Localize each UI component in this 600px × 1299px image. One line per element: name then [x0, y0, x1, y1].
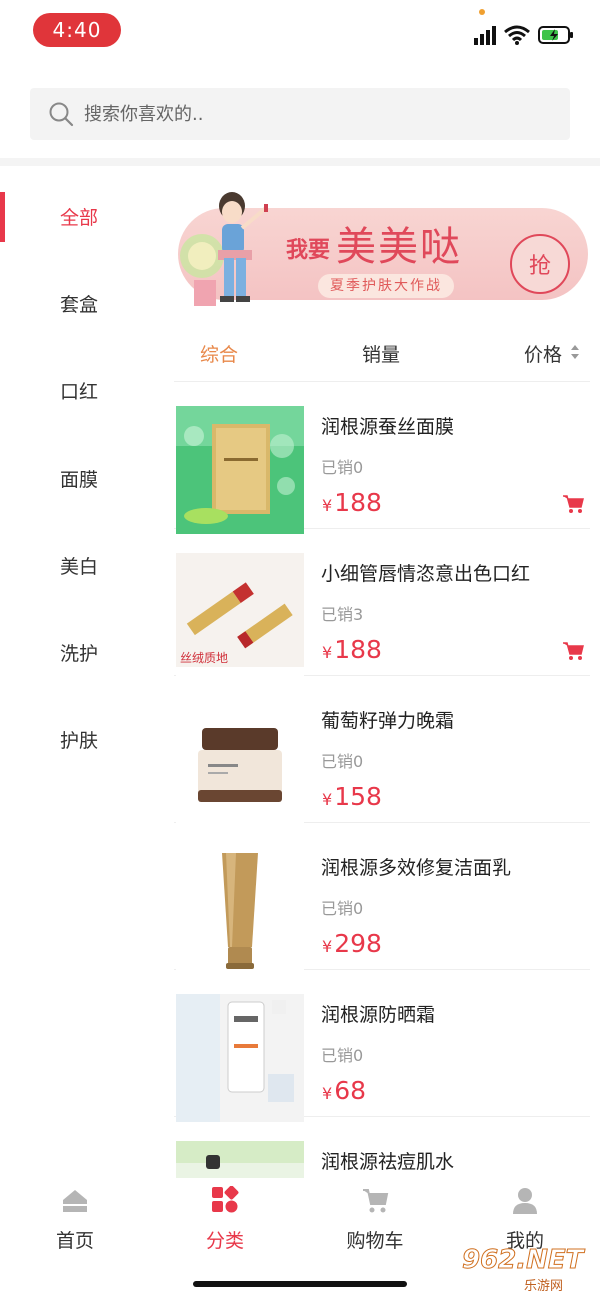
privacy-dot-icon: [479, 9, 485, 15]
sidebar-item-skincare[interactable]: 护肤: [0, 709, 160, 769]
product-price: ¥188: [322, 635, 382, 664]
product-name: 葡萄籽弹力晚霜: [321, 710, 455, 732]
product-name: 小细管唇情恣意出色口红: [321, 563, 531, 585]
sidebar-item-lipstick[interactable]: 口红: [0, 360, 160, 420]
sort-tab-overall[interactable]: 综合: [200, 340, 238, 367]
product-name: 润根源防晒霜: [321, 1004, 436, 1026]
product-item[interactable]: 润根源多效修复洁面乳 已销0 ¥298: [174, 823, 590, 975]
product-name: 润根源祛痘肌水: [321, 1151, 455, 1173]
sidebar-item-cleansing[interactable]: 洗护: [0, 622, 160, 682]
product-price: ¥298: [322, 929, 382, 958]
price-currency: ¥: [322, 790, 333, 809]
product-item[interactable]: 葡萄籽弹力晚霜 已销0 ¥158: [174, 676, 590, 828]
price-value: 68: [334, 1076, 366, 1105]
watermark-main-text: 962.NET: [461, 1245, 584, 1276]
product-image-night-cream: [176, 700, 304, 828]
price-value: 188: [334, 488, 382, 517]
product-item[interactable]: 润根源防晒霜 已销0 ¥68: [174, 970, 590, 1122]
price-currency: ¥: [322, 937, 333, 956]
product-sold-count: 已销0: [321, 458, 364, 477]
product-sold-count: 已销0: [321, 1046, 364, 1065]
sidebar-item-whitening[interactable]: 美白: [0, 535, 160, 595]
product-image-silk-mask: [176, 406, 304, 534]
sidebar-item-all[interactable]: 全部: [0, 186, 160, 246]
product-sold-count: 已销3: [321, 605, 364, 624]
nav-category-label: 分类: [205, 1230, 244, 1252]
user-icon: [513, 1188, 537, 1214]
status-bar: 4:40: [0, 0, 600, 62]
promo-banner[interactable]: 我要 美美哒 夏季护肤大作战 抢: [174, 184, 590, 314]
product-image-lipstick: 丝绒质地: [176, 553, 304, 681]
nav-cart[interactable]: 购物车: [325, 1186, 425, 1252]
banner-title: 美美哒: [336, 224, 462, 270]
product-item[interactable]: 丝绒质地 小细管唇情恣意出色口红 已销3 ¥188: [174, 529, 590, 681]
product-price: ¥188: [322, 488, 382, 517]
add-to-cart-icon[interactable]: [562, 641, 584, 661]
sort-bar: 综合 销量 价格: [174, 330, 590, 382]
product-price: ¥68: [322, 1076, 366, 1105]
cart-icon: [363, 1189, 389, 1213]
product-price: ¥158: [322, 782, 382, 811]
price-currency: ¥: [322, 643, 333, 662]
banner-small-text: 我要: [286, 238, 331, 263]
status-time: 4:40: [33, 13, 121, 47]
product-image-sunscreen: [176, 994, 304, 1122]
category-icon: [212, 1186, 239, 1213]
price-currency: ¥: [322, 496, 333, 515]
product-name: 润根源蚕丝面膜: [321, 416, 455, 438]
price-currency: ¥: [322, 1084, 333, 1103]
product-image-cleanser: [176, 847, 304, 975]
search-bar[interactable]: [30, 88, 570, 140]
price-value: 188: [334, 635, 382, 664]
watermark-logo: 962.NET 乐游网: [461, 1245, 594, 1295]
product-sold-count: 已销0: [321, 899, 364, 918]
nav-category[interactable]: 分类: [175, 1186, 275, 1252]
add-to-cart-icon[interactable]: [562, 494, 584, 514]
nav-home[interactable]: 首页: [25, 1186, 125, 1252]
sort-arrows-icon[interactable]: [570, 344, 580, 360]
nav-home-label: 首页: [55, 1230, 94, 1252]
sidebar-item-mask[interactable]: 面膜: [0, 448, 160, 508]
banner-girl-illustration: [180, 192, 268, 306]
price-value: 298: [334, 929, 382, 958]
home-indicator[interactable]: [193, 1281, 407, 1287]
sort-tab-sales[interactable]: 销量: [362, 340, 400, 367]
product-item[interactable]: 润根源蚕丝面膜 已销0 ¥188: [174, 382, 590, 534]
watermark-sub-text: 乐游网: [524, 1279, 564, 1294]
nav-profile[interactable]: 我的: [475, 1186, 575, 1252]
product-sold-count: 已销0: [321, 752, 364, 771]
wifi-icon: [504, 25, 530, 45]
product-name: 润根源多效修复洁面乳: [321, 857, 512, 879]
nav-cart-label: 购物车: [346, 1230, 404, 1252]
cellular-signal-icon: [474, 26, 496, 45]
sort-tab-price[interactable]: 价格: [524, 340, 562, 367]
home-icon: [63, 1190, 87, 1212]
search-input[interactable]: [84, 103, 544, 125]
sidebar-item-gift-box[interactable]: 套盒: [0, 273, 160, 333]
lipstick-thumb-caption: 丝绒质地: [180, 651, 229, 665]
battery-icon: [538, 26, 573, 44]
price-value: 158: [334, 782, 382, 811]
section-divider: [0, 158, 600, 166]
banner-grab-button[interactable]: 抢: [510, 234, 570, 294]
search-icon: [49, 102, 74, 127]
banner-subtitle: 夏季护肤大作战: [318, 274, 454, 298]
